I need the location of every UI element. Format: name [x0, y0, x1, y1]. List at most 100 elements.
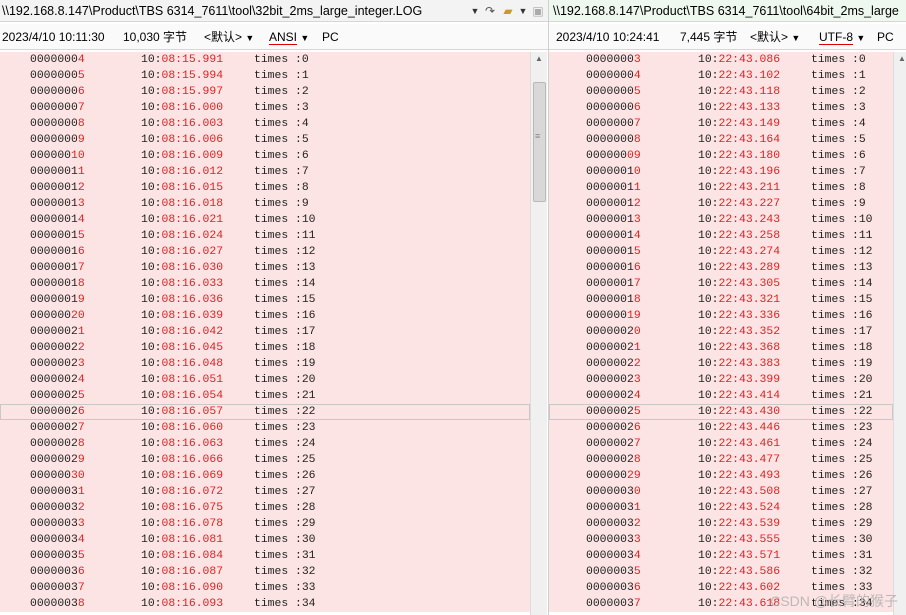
left-refresh-icon[interactable]: ↷ — [482, 3, 498, 19]
table-row[interactable]: 00000020 10:08:16.039 times :16 — [0, 308, 530, 324]
right-language-select[interactable]: <默认> ▼ — [750, 24, 800, 51]
table-row[interactable]: 00000027 10:08:16.060 times :23 — [0, 420, 530, 436]
table-row[interactable]: 00000007 10:08:16.000 times :3 — [0, 100, 530, 116]
table-row[interactable]: 00000022 10:08:16.045 times :18 — [0, 340, 530, 356]
table-row[interactable]: 00000023 10:22:43.399 times :20 — [549, 372, 893, 388]
left-save-icon[interactable]: ▣ — [530, 3, 546, 19]
table-row[interactable]: 00000009 10:08:16.006 times :5 — [0, 132, 530, 148]
table-row[interactable]: 00000013 10:08:16.018 times :9 — [0, 196, 530, 212]
right-encoding-dropdown-icon[interactable]: ▼ — [856, 33, 865, 43]
table-row[interactable]: 00000024 10:08:16.051 times :20 — [0, 372, 530, 388]
table-row[interactable]: 00000034 10:22:43.571 times :31 — [549, 548, 893, 564]
table-row[interactable]: 00000037 10:08:16.090 times :33 — [0, 580, 530, 596]
table-row[interactable]: 00000012 10:08:16.015 times :8 — [0, 180, 530, 196]
table-row[interactable]: 00000025 10:22:43.430 times :22 — [549, 404, 893, 420]
table-row[interactable]: 00000004 10:22:43.102 times :1 — [549, 68, 893, 84]
table-row[interactable]: 00000027 10:22:43.461 times :24 — [549, 436, 893, 452]
table-row[interactable]: 00000005 10:22:43.118 times :2 — [549, 84, 893, 100]
right-content-rows[interactable]: 00000003 10:22:43.086 times :0 00000004 10:2… — [549, 52, 906, 615]
diff-text: 4 — [77, 214, 85, 226]
table-row[interactable]: 00000033 10:22:43.555 times :30 — [549, 532, 893, 548]
table-row[interactable]: 00000035 10:22:43.586 times :32 — [549, 564, 893, 580]
diff-text: 22:43.196 — [718, 166, 781, 178]
table-row[interactable]: 00000029 10:22:43.493 times :26 — [549, 468, 893, 484]
table-row[interactable]: 00000029 10:08:16.066 times :25 — [0, 452, 530, 468]
table-row[interactable]: 00000016 10:08:16.027 times :12 — [0, 244, 530, 260]
table-row[interactable]: 00000031 10:22:43.524 times :28 — [549, 500, 893, 516]
table-row[interactable]: 00000006 10:08:15.997 times :2 — [0, 84, 530, 100]
table-row[interactable]: 00000032 10:08:16.075 times :28 — [0, 500, 530, 516]
left-file-path[interactable]: \\192.168.8.147\Product\TBS 6314_7611\to… — [2, 0, 422, 21]
table-row[interactable]: 00000033 10:08:16.078 times :29 — [0, 516, 530, 532]
left-path-dropdown-icon[interactable]: ▼ — [470, 0, 480, 21]
left-language-select[interactable]: <默认> ▼ — [204, 24, 254, 51]
table-row[interactable]: 00000006 10:22:43.133 times :3 — [549, 100, 893, 116]
table-row[interactable]: 00000025 10:08:16.054 times :21 — [0, 388, 530, 404]
table-row[interactable]: 00000014 10:22:43.258 times :11 — [549, 228, 893, 244]
right-file-path[interactable]: \\192.168.8.147\Product\TBS 6314_7611\to… — [553, 0, 899, 21]
table-row[interactable]: 00000020 10:22:43.352 times :17 — [549, 324, 893, 340]
table-row[interactable]: 00000036 10:08:16.087 times :32 — [0, 564, 530, 580]
left-open-folder-icon[interactable]: ▰ — [500, 3, 516, 19]
table-row[interactable]: 00000007 10:22:43.149 times :4 — [549, 116, 893, 132]
table-row[interactable]: 00000008 10:08:16.003 times :4 — [0, 116, 530, 132]
timestamp-cell: 10:08:16.072 — [141, 484, 223, 500]
table-row[interactable]: 00000019 10:22:43.336 times :16 — [549, 308, 893, 324]
left-encoding-dropdown-icon[interactable]: ▼ — [300, 33, 309, 43]
table-row[interactable]: 00000005 10:08:15.994 times :1 — [0, 68, 530, 84]
table-row[interactable]: 00000030 10:08:16.069 times :26 — [0, 468, 530, 484]
table-row[interactable]: 00000004 10:08:15.991 times :0 — [0, 52, 530, 68]
table-row[interactable]: 00000015 10:08:16.024 times :11 — [0, 228, 530, 244]
table-row[interactable]: 00000018 10:22:43.321 times :15 — [549, 292, 893, 308]
table-row[interactable]: 00000016 10:22:43.289 times :13 — [549, 260, 893, 276]
table-row[interactable]: 00000024 10:22:43.414 times :21 — [549, 388, 893, 404]
left-scroll-thumb[interactable] — [533, 82, 546, 202]
table-row[interactable]: 00000034 10:08:16.081 times :30 — [0, 532, 530, 548]
table-row[interactable]: 00000021 10:22:43.368 times :18 — [549, 340, 893, 356]
table-row[interactable]: 00000012 10:22:43.227 times :9 — [549, 196, 893, 212]
table-row[interactable]: 00000035 10:08:16.084 times :31 — [0, 548, 530, 564]
table-row[interactable]: 00000019 10:08:16.036 times :15 — [0, 292, 530, 308]
table-row[interactable]: 00000031 10:08:16.072 times :27 — [0, 484, 530, 500]
table-row[interactable]: 00000028 10:08:16.063 times :24 — [0, 436, 530, 452]
timestamp-cell: 10:08:16.093 — [141, 596, 223, 612]
table-row[interactable]: 00000015 10:22:43.274 times :12 — [549, 244, 893, 260]
table-row[interactable]: 00000014 10:08:16.021 times :10 — [0, 212, 530, 228]
right-path-bar[interactable]: \\192.168.8.147\Product\TBS 6314_7611\to… — [549, 0, 906, 22]
left-scrollbar[interactable]: ▲ — [530, 52, 547, 615]
table-row[interactable]: 00000032 10:22:43.539 times :29 — [549, 516, 893, 532]
table-row[interactable]: 00000018 10:08:16.033 times :14 — [0, 276, 530, 292]
table-row[interactable]: 00000008 10:22:43.164 times :5 — [549, 132, 893, 148]
right-scrollbar[interactable]: ▲ — [893, 52, 906, 615]
right-line-ending[interactable]: PC — [877, 24, 894, 50]
table-row[interactable]: 00000017 10:08:16.030 times :13 — [0, 260, 530, 276]
table-row[interactable]: 00000023 10:08:16.048 times :19 — [0, 356, 530, 372]
left-language-dropdown-icon[interactable]: ▼ — [245, 33, 254, 43]
table-row[interactable]: 00000022 10:22:43.383 times :19 — [549, 356, 893, 372]
table-row[interactable]: 00000010 10:08:16.009 times :6 — [0, 148, 530, 164]
right-encoding-select[interactable]: UTF-8 ▼ — [819, 24, 865, 51]
table-row[interactable]: 00000017 10:22:43.305 times :14 — [549, 276, 893, 292]
left-open-dropdown-icon[interactable]: ▼ — [518, 0, 528, 21]
table-row[interactable]: 00000011 10:22:43.211 times :8 — [549, 180, 893, 196]
table-row[interactable]: 00000011 10:08:16.012 times :7 — [0, 164, 530, 180]
table-row[interactable]: 00000030 10:22:43.508 times :27 — [549, 484, 893, 500]
timestamp-cell: 10:22:43.227 — [698, 196, 780, 212]
table-row[interactable]: 00000028 10:22:43.477 times :25 — [549, 452, 893, 468]
table-row[interactable]: 00000003 10:22:43.086 times :0 — [549, 52, 893, 68]
table-row[interactable]: 00000038 10:08:16.093 times :34 — [0, 596, 530, 612]
table-row[interactable]: 00000013 10:22:43.243 times :10 — [549, 212, 893, 228]
table-row[interactable]: 00000026 10:22:43.446 times :23 — [549, 420, 893, 436]
left-content-rows[interactable]: 00000004 10:08:15.991 times :0 00000005 10:0… — [0, 52, 548, 615]
right-scroll-up-icon[interactable]: ▲ — [894, 52, 906, 66]
left-language-label: <默认> — [204, 30, 243, 44]
right-language-dropdown-icon[interactable]: ▼ — [791, 33, 800, 43]
left-scroll-up-icon[interactable]: ▲ — [531, 52, 547, 66]
table-row[interactable]: 00000009 10:22:43.180 times :6 — [549, 148, 893, 164]
left-path-bar[interactable]: \\192.168.8.147\Product\TBS 6314_7611\to… — [0, 0, 548, 22]
table-row[interactable]: 00000021 10:08:16.042 times :17 — [0, 324, 530, 340]
left-line-ending[interactable]: PC — [322, 24, 339, 50]
left-encoding-select[interactable]: ANSI ▼ — [269, 24, 309, 51]
table-row[interactable]: 00000010 10:22:43.196 times :7 — [549, 164, 893, 180]
table-row[interactable]: 00000026 10:08:16.057 times :22 — [0, 404, 530, 420]
